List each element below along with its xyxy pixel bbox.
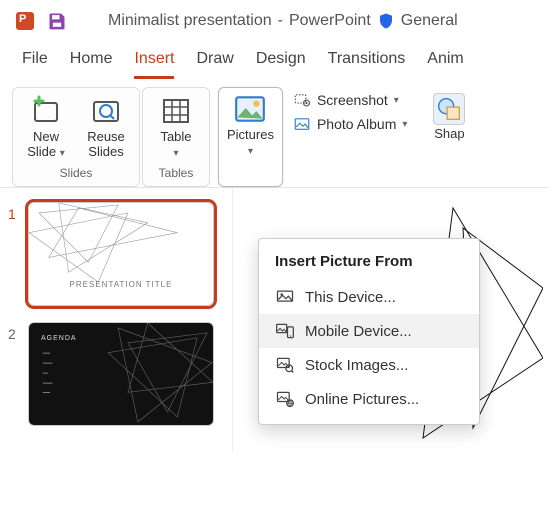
insert-picture-dropdown: Insert Picture From This Device... Mobil… <box>258 238 480 425</box>
menu-mobile-device[interactable]: Mobile Device... <box>259 314 479 348</box>
ribbon-tabs: File Home Insert Draw Design Transitions… <box>0 38 548 79</box>
device-icon <box>275 287 295 307</box>
chevron-down-icon: ▾ <box>394 95 399 106</box>
app-name: PowerPoint <box>289 12 371 30</box>
slide1-title: PRESENTATION TITLE <box>29 280 213 289</box>
group-slides-label: Slides <box>60 164 93 184</box>
tab-file[interactable]: File <box>22 50 48 79</box>
new-slide-icon <box>29 94 63 128</box>
menu-online-pictures-label: Online Pictures... <box>305 391 419 408</box>
screenshot-label: Screenshot <box>317 92 388 108</box>
title-separator: - <box>278 12 283 30</box>
svg-text:━━: ━━ <box>42 370 48 375</box>
pictures-icon <box>233 92 267 126</box>
thumbnail-row-1: 1 PRESENTATION TITLE <box>8 202 222 306</box>
mobile-icon <box>275 321 295 341</box>
new-slide-button[interactable]: New Slide ▾ <box>23 94 69 160</box>
svg-text:━━━: ━━━ <box>42 351 51 356</box>
stock-images-icon <box>275 355 295 375</box>
group-tables-label: Tables <box>159 164 194 184</box>
menu-mobile-device-label: Mobile Device... <box>305 323 412 340</box>
menu-stock-images-label: Stock Images... <box>305 357 408 374</box>
powerpoint-app-icon <box>16 12 34 30</box>
thumbnail-number-2: 2 <box>8 322 20 342</box>
tab-design[interactable]: Design <box>256 50 306 79</box>
svg-text:━━━: ━━━ <box>42 390 51 395</box>
thumbnail-row-2: 2 AGENDA ━━━━━━━━━━━━━━━━ <box>8 322 222 426</box>
table-button[interactable]: Table▾ <box>153 94 199 160</box>
geometric-art-icon: ━━━━━━━━━━━━━━━━ <box>29 323 213 426</box>
thumbnail-number-1: 1 <box>8 202 20 222</box>
tab-animations[interactable]: Anim <box>427 50 463 79</box>
shapes-button[interactable]: Shap <box>423 87 469 187</box>
tab-transitions[interactable]: Transitions <box>328 50 406 79</box>
tab-insert[interactable]: Insert <box>134 50 174 79</box>
tab-home[interactable]: Home <box>70 50 113 79</box>
sensitivity-label[interactable]: General <box>401 12 458 30</box>
table-label: Table▾ <box>160 130 191 160</box>
geometric-art-icon <box>29 203 213 306</box>
chevron-down-icon: ▾ <box>173 148 178 159</box>
document-name: Minimalist presentation <box>108 12 272 30</box>
reuse-slides-button[interactable]: Reuse Slides <box>83 94 129 160</box>
dropdown-header: Insert Picture From <box>259 249 479 280</box>
title-bar: Minimalist presentation - PowerPoint Gen… <box>0 0 548 38</box>
chevron-down-icon: ▾ <box>248 146 253 157</box>
pictures-label: Pictures▾ <box>227 128 274 158</box>
svg-text:━━━━: ━━━━ <box>42 380 53 385</box>
reuse-slides-icon <box>89 94 123 128</box>
photo-album-button[interactable]: Photo Album ▾ <box>293 115 407 133</box>
pictures-button[interactable]: Pictures▾ <box>218 87 283 187</box>
chevron-down-icon: ▾ <box>402 119 407 130</box>
new-slide-label: New Slide ▾ <box>27 130 65 160</box>
menu-stock-images[interactable]: Stock Images... <box>259 348 479 382</box>
slide-thumbnail-panel: 1 PRESENTATION TITLE 2 AGENDA <box>0 188 232 452</box>
tab-draw[interactable]: Draw <box>196 50 233 79</box>
group-tables: Table▾ Tables <box>142 87 210 187</box>
menu-this-device[interactable]: This Device... <box>259 280 479 314</box>
screenshot-button[interactable]: Screenshot ▾ <box>293 91 399 109</box>
svg-text:━━━━: ━━━━ <box>42 360 53 365</box>
window-title: Minimalist presentation - PowerPoint Gen… <box>108 12 458 30</box>
save-icon[interactable] <box>46 10 68 32</box>
slide-thumbnail-1[interactable]: PRESENTATION TITLE <box>28 202 214 306</box>
table-icon <box>159 94 193 128</box>
shapes-icon <box>433 93 465 125</box>
chevron-down-icon: ▾ <box>60 148 65 159</box>
slide-thumbnail-2[interactable]: AGENDA ━━━━━━━━━━━━━━━━ <box>28 322 214 426</box>
reuse-slides-label: Reuse Slides <box>87 130 125 160</box>
online-pictures-icon <box>275 389 295 409</box>
photo-album-label: Photo Album <box>317 116 396 132</box>
group-slides: New Slide ▾ Reuse Slides Slides <box>12 87 140 187</box>
menu-this-device-label: This Device... <box>305 289 396 306</box>
ribbon: New Slide ▾ Reuse Slides Slides Table▾ T… <box>0 79 548 188</box>
shapes-label: Shap <box>434 127 464 142</box>
shield-icon <box>377 12 395 30</box>
menu-online-pictures[interactable]: Online Pictures... <box>259 382 479 416</box>
